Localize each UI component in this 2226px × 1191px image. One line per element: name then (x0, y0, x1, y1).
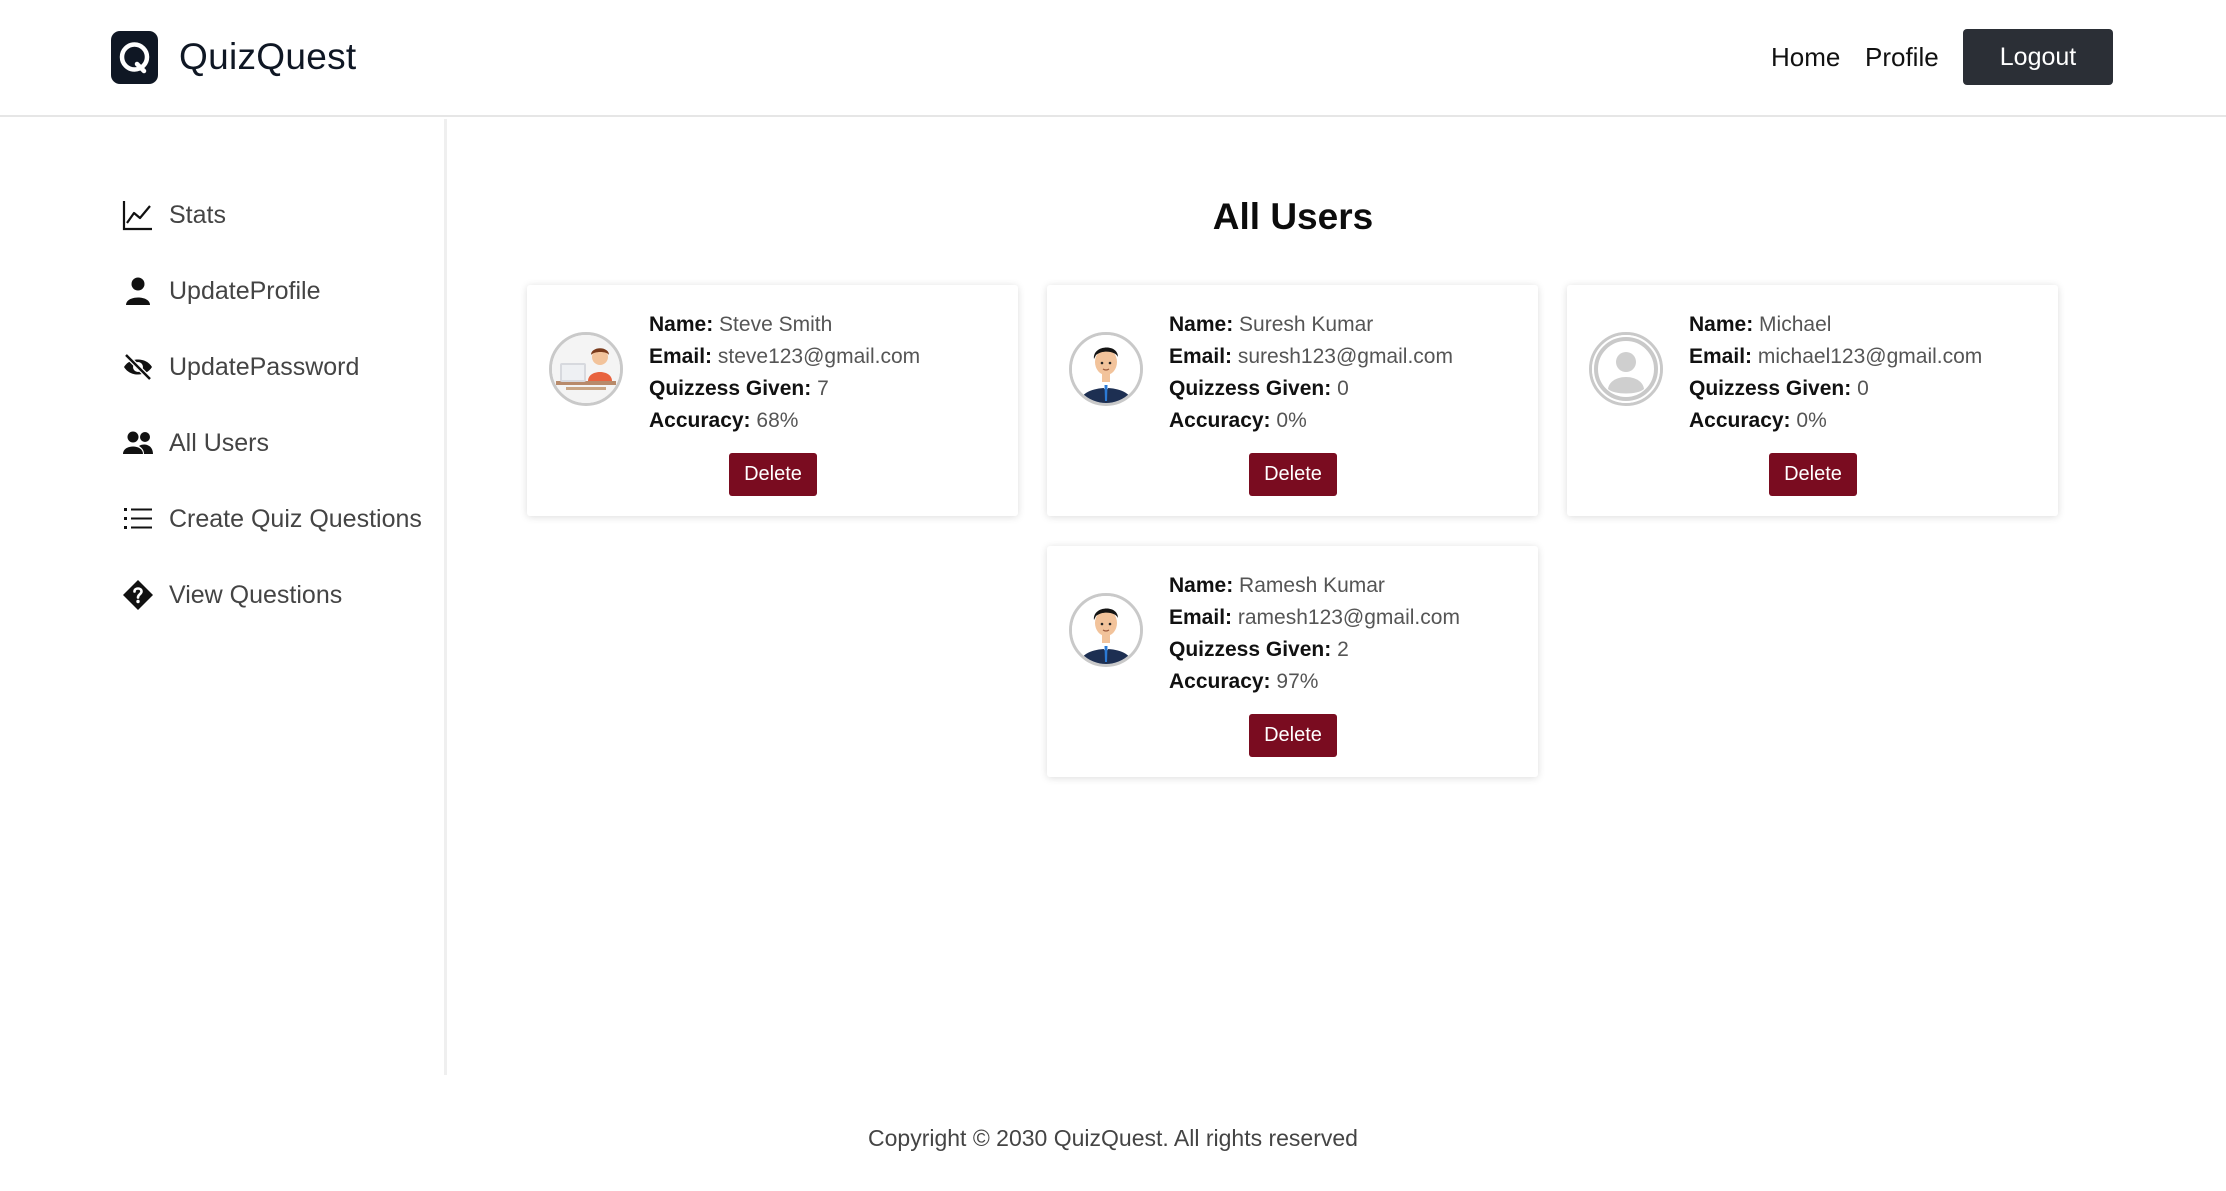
sidebar-item-stats[interactable]: Stats (122, 195, 226, 235)
user-email: suresh123@gmail.com (1237, 345, 1453, 368)
sidebar-item-label: Create Quiz Questions (169, 504, 422, 533)
quizzes-label: Quizzess Given: (649, 377, 812, 400)
quizquest-logo-icon[interactable] (111, 31, 158, 84)
sidebar-item-all-users[interactable]: All Users (122, 423, 269, 463)
eye-slash-icon (122, 351, 154, 383)
sidebar-item-label: Stats (169, 200, 226, 229)
man-avatar (1069, 593, 1143, 667)
chart-line-icon (122, 199, 154, 231)
quizzes-label: Quizzess Given: (1169, 377, 1332, 400)
brand-name[interactable]: QuizQuest (179, 36, 357, 78)
name-label: Name: (1169, 313, 1234, 336)
question-diamond-icon (122, 579, 154, 611)
user-accuracy: 97% (1276, 670, 1319, 693)
quizzes-label: Quizzess Given: (1169, 638, 1332, 661)
user-name: Steve Smith (719, 313, 833, 336)
name-label: Name: (649, 313, 714, 336)
email-label: Email: (1169, 606, 1233, 629)
footer-copyright: Copyright © 2030 QuizQuest. All rights r… (868, 1125, 1358, 1151)
user-accuracy: 68% (756, 409, 799, 432)
user-email: steve123@gmail.com (717, 345, 921, 368)
sidebar: Stats UpdateProfile UpdatePassword All U… (0, 119, 447, 1075)
user-info: Name: Steve Smith Email: steve123@gmail.… (649, 309, 920, 437)
sidebar-item-updatepassword[interactable]: UpdatePassword (122, 347, 359, 387)
list-icon (122, 503, 154, 535)
sidebar-item-label: UpdateProfile (169, 276, 321, 305)
email-label: Email: (649, 345, 713, 368)
person-at-desk-avatar (549, 332, 623, 406)
users-icon (122, 427, 154, 459)
name-label: Name: (1169, 574, 1234, 597)
nav-profile-link[interactable]: Profile (1865, 42, 1939, 73)
user-info: Name: Michael Email: michael123@gmail.co… (1689, 309, 1982, 437)
accuracy-label: Accuracy: (1689, 409, 1791, 432)
user-card: Name: Suresh Kumar Email: suresh123@gmai… (1047, 285, 1538, 516)
sidebar-item-label: All Users (169, 428, 270, 457)
email-label: Email: (1689, 345, 1753, 368)
user-info: Name: Suresh Kumar Email: suresh123@gmai… (1169, 309, 1453, 437)
email-label: Email: (1169, 345, 1233, 368)
quizzes-label: Quizzess Given: (1689, 377, 1852, 400)
user-card: Name: Michael Email: michael123@gmail.co… (1567, 285, 2058, 516)
user-quizzes: 0 (1337, 377, 1349, 400)
sidebar-item-label: UpdatePassword (169, 352, 360, 381)
user-accuracy: 0% (1276, 409, 1307, 432)
accuracy-label: Accuracy: (649, 409, 751, 432)
man-avatar (1069, 332, 1143, 406)
delete-user-button[interactable]: Delete (1249, 714, 1337, 757)
user-accuracy: 0% (1796, 409, 1827, 432)
delete-user-button[interactable]: Delete (1769, 453, 1857, 496)
user-icon (122, 275, 154, 307)
default-user-avatar (1589, 332, 1663, 406)
user-email: ramesh123@gmail.com (1237, 606, 1460, 629)
user-email: michael123@gmail.com (1757, 345, 1983, 368)
sidebar-item-updateprofile[interactable]: UpdateProfile (122, 271, 320, 311)
sidebar-item-label: View Questions (169, 580, 343, 609)
sidebar-item-create-quiz-questions[interactable]: Create Quiz Questions (122, 499, 422, 539)
delete-user-button[interactable]: Delete (729, 453, 817, 496)
user-name: Michael (1759, 313, 1832, 336)
top-navbar: QuizQuest Home Profile Logout (0, 0, 2226, 117)
user-info: Name: Ramesh Kumar Email: ramesh123@gmai… (1169, 570, 1460, 698)
user-quizzes: 2 (1337, 638, 1349, 661)
nav-home-link[interactable]: Home (1771, 42, 1840, 73)
accuracy-label: Accuracy: (1169, 670, 1271, 693)
user-quizzes: 7 (817, 377, 829, 400)
logout-button[interactable]: Logout (1963, 29, 2113, 85)
user-card: Name: Ramesh Kumar Email: ramesh123@gmai… (1047, 546, 1538, 777)
user-card: Name: Steve Smith Email: steve123@gmail.… (527, 285, 1018, 516)
user-name: Ramesh Kumar (1239, 574, 1385, 597)
user-name: Suresh Kumar (1239, 313, 1374, 336)
accuracy-label: Accuracy: (1169, 409, 1271, 432)
delete-user-button[interactable]: Delete (1249, 453, 1337, 496)
user-quizzes: 0 (1857, 377, 1869, 400)
name-label: Name: (1689, 313, 1754, 336)
sidebar-item-view-questions[interactable]: View Questions (122, 575, 342, 615)
page-title: All Users (1212, 196, 1374, 237)
